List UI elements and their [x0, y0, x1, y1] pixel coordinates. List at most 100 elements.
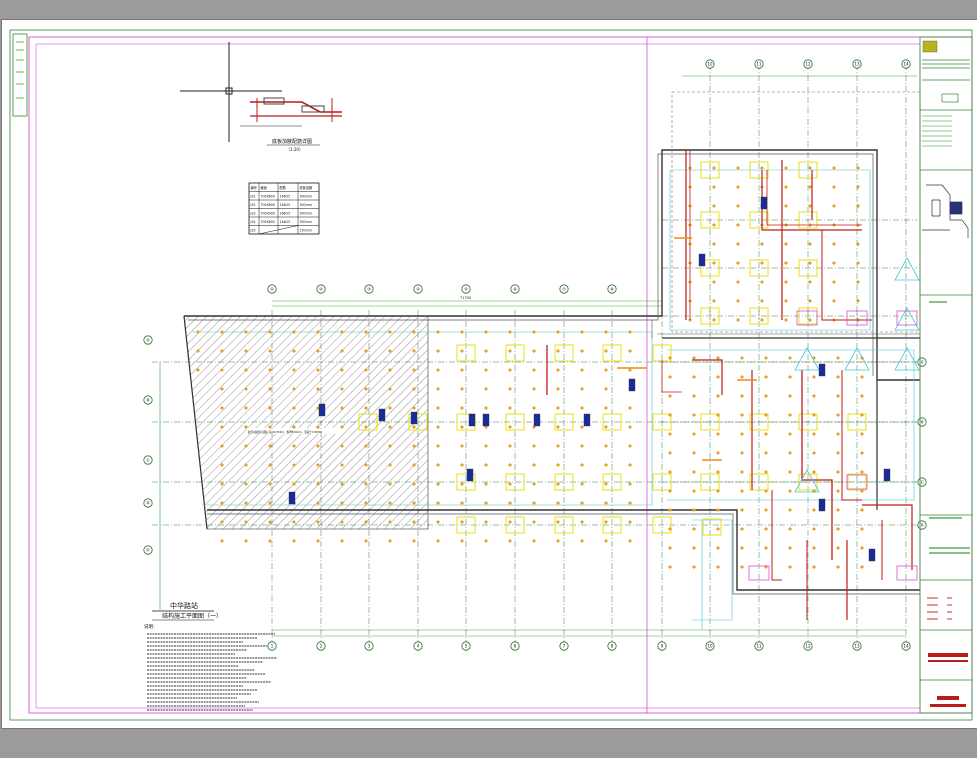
pile-marker	[484, 444, 488, 448]
pile-marker	[580, 463, 584, 467]
equipment-block	[378, 408, 386, 422]
axis-bubble-upper-label: 11	[756, 62, 762, 67]
pile-marker	[604, 501, 608, 505]
axis-bubble-bottom-label: 13	[854, 644, 860, 649]
pile-marker	[436, 425, 440, 429]
pile-marker	[784, 204, 788, 208]
pile-marker	[740, 394, 744, 398]
table-cell: 700X800	[261, 220, 275, 224]
pile-marker	[580, 330, 584, 334]
inner-frame	[28, 36, 973, 714]
pile-marker	[740, 527, 744, 531]
pile-marker	[508, 387, 512, 391]
pile-marker	[836, 413, 840, 417]
pile-marker	[532, 501, 536, 505]
pile-marker	[484, 501, 488, 505]
pile-marker	[220, 539, 224, 543]
pile-marker	[832, 280, 836, 284]
magenta-column-box	[896, 565, 918, 581]
pile-marker	[556, 368, 560, 372]
axis-bubble-top-label: ⑦	[562, 287, 566, 292]
cad-viewport[interactable]: 底板加腋配筋详图 （1:20） 编号 截面 配筋 底板加腋 JS1 700X800 14Φ2…	[0, 0, 977, 758]
pile-marker	[764, 527, 768, 531]
pile-marker	[716, 527, 720, 531]
pile-marker	[532, 330, 536, 334]
axis-bubble-upper-label: 12	[805, 62, 811, 67]
pile-marker	[628, 444, 632, 448]
axis-bubble-right-label: Ⓓ	[920, 522, 924, 528]
table-cell: 14Φ25	[280, 203, 291, 207]
pile-marker	[628, 482, 632, 486]
tri-marker	[894, 347, 920, 371]
pile-marker	[832, 242, 836, 246]
pile-marker	[340, 539, 344, 543]
table-cell: JS5	[250, 228, 256, 232]
pile-marker	[692, 451, 696, 455]
pile-marker	[692, 546, 696, 550]
axis-bubble-top-label: ②	[319, 287, 323, 292]
axis-bubble-right-label: Ⓒ	[920, 479, 924, 485]
pile-marker	[812, 394, 816, 398]
pile-marker	[812, 375, 816, 379]
drawing-canvas: 底板加腋配筋详图 （1:20） 编号 截面 配筋 底板加腋 JS1 700X800 14Φ2…	[9, 29, 973, 721]
pile-marker	[692, 489, 696, 493]
pile-marker	[460, 406, 464, 410]
pile-marker	[788, 470, 792, 474]
pile-marker	[508, 425, 512, 429]
equipment-block	[760, 196, 768, 210]
pile-marker	[532, 444, 536, 448]
axis-bubble-bottom-label: 8	[611, 644, 614, 649]
pile-marker	[856, 242, 860, 246]
pile-marker	[604, 539, 608, 543]
pile-marker	[836, 527, 840, 531]
pile-marker	[580, 539, 584, 543]
key-plan-icon	[922, 184, 969, 238]
pile-marker	[740, 489, 744, 493]
pile-marker	[764, 470, 768, 474]
pile-marker	[740, 432, 744, 436]
axis-bubble-left-label: Ⓑ	[146, 397, 150, 403]
notes-heading: 说明：	[144, 623, 158, 630]
table-cell: JS2	[250, 203, 256, 207]
pipe-segment	[841, 370, 862, 501]
pile-marker	[812, 432, 816, 436]
pile-marker	[436, 444, 440, 448]
pile-marker	[508, 482, 512, 486]
tri-marker	[794, 347, 820, 371]
pile-marker	[788, 432, 792, 436]
table-header-cell: 截面	[261, 185, 267, 190]
axis-bubble-top-label: ①	[270, 287, 274, 292]
dimension-total: 71700	[460, 296, 471, 300]
pile-marker	[712, 280, 716, 284]
pile-marker	[712, 318, 716, 322]
pile-marker	[712, 299, 716, 303]
pile-marker	[764, 394, 768, 398]
pile-marker	[532, 368, 536, 372]
pile-marker	[628, 406, 632, 410]
pile-marker	[856, 280, 860, 284]
pile-marker	[740, 470, 744, 474]
pile-marker	[760, 242, 764, 246]
column-markers	[358, 161, 867, 536]
pile-marker	[436, 368, 440, 372]
table-header-cell: 编号	[251, 185, 257, 190]
pile-marker	[736, 261, 740, 265]
pile-marker	[580, 444, 584, 448]
pile-marker	[556, 463, 560, 467]
equipment-block	[288, 491, 296, 505]
pile-marker	[856, 261, 860, 265]
pile-marker	[668, 451, 672, 455]
pile-marker	[812, 527, 816, 531]
equipment-block	[818, 363, 826, 377]
equipment-block	[318, 403, 326, 417]
axis-bubble-top-label: ⑥	[513, 287, 517, 292]
pile-marker	[628, 539, 632, 543]
axis-bubble-bottom-label: 9	[661, 644, 664, 649]
pile-marker	[788, 508, 792, 512]
pile-marker	[712, 166, 716, 170]
pile-marker	[740, 356, 744, 360]
pile-marker	[508, 520, 512, 524]
wall-line	[669, 169, 871, 331]
pile-marker	[460, 425, 464, 429]
axis-bubble-upper-label: 10	[707, 62, 713, 67]
